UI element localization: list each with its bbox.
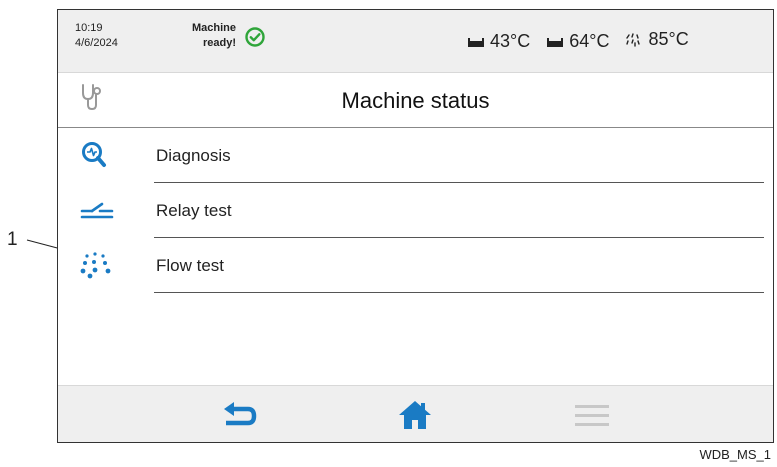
menu-list: Diagnosis Relay test Flow test [58, 128, 773, 293]
relay-switch-icon [80, 202, 114, 219]
menu-item-label: Diagnosis [156, 146, 231, 165]
tank-icon [547, 37, 564, 47]
rinse-temp-value: 85°C [648, 29, 689, 49]
rinse-temp: 85°C [626, 29, 689, 50]
divider [154, 292, 764, 293]
bottom-nav [58, 385, 773, 442]
home-button[interactable] [390, 398, 440, 432]
check-circle-icon [245, 27, 265, 47]
tank-icon [468, 37, 484, 47]
menu-item-relay-test[interactable]: Relay test [58, 183, 773, 238]
title-bar: Machine status [58, 72, 773, 128]
machine-state-line1: Machine [191, 22, 236, 34]
figure-reference-code: WDB_MS_1 [699, 447, 771, 462]
menu-item-diagnosis[interactable]: Diagnosis [58, 128, 773, 183]
menu-item-label: Flow test [156, 256, 225, 275]
boiler-temp: 64°C [547, 31, 609, 52]
back-button[interactable] [215, 398, 265, 432]
datetime: 10:19 4/6/2024 [75, 21, 118, 51]
menu-button[interactable] [567, 398, 617, 432]
water-drops-icon [80, 252, 111, 279]
clock-time: 10:19 [75, 22, 103, 34]
hamburger-menu-icon [575, 405, 609, 426]
boiler-temp-value: 64°C [569, 31, 610, 51]
menu-item-label: Relay test [156, 201, 232, 220]
page-title: Machine status [341, 88, 490, 113]
machine-state-line2: ready! [202, 37, 236, 49]
menu-item-flow-test[interactable]: Flow test [58, 238, 773, 293]
machine-state: Machine ready! [178, 21, 236, 51]
device-screen: 10:19 4/6/2024 Machine ready! 43°C 64°C … [57, 9, 774, 443]
diagnosis-magnifier-icon [82, 142, 106, 167]
wash-tank-temp-value: 43°C [490, 31, 531, 51]
back-arrow-icon [224, 402, 257, 426]
home-icon [399, 401, 431, 429]
temperature-readouts: 43°C 64°C 85°C [468, 29, 701, 52]
status-bar: 10:19 4/6/2024 Machine ready! 43°C 64°C … [58, 10, 773, 73]
rinse-spray-icon [626, 32, 641, 47]
wash-tank-temp: 43°C [468, 31, 530, 52]
clock-date: 4/6/2024 [75, 37, 118, 49]
